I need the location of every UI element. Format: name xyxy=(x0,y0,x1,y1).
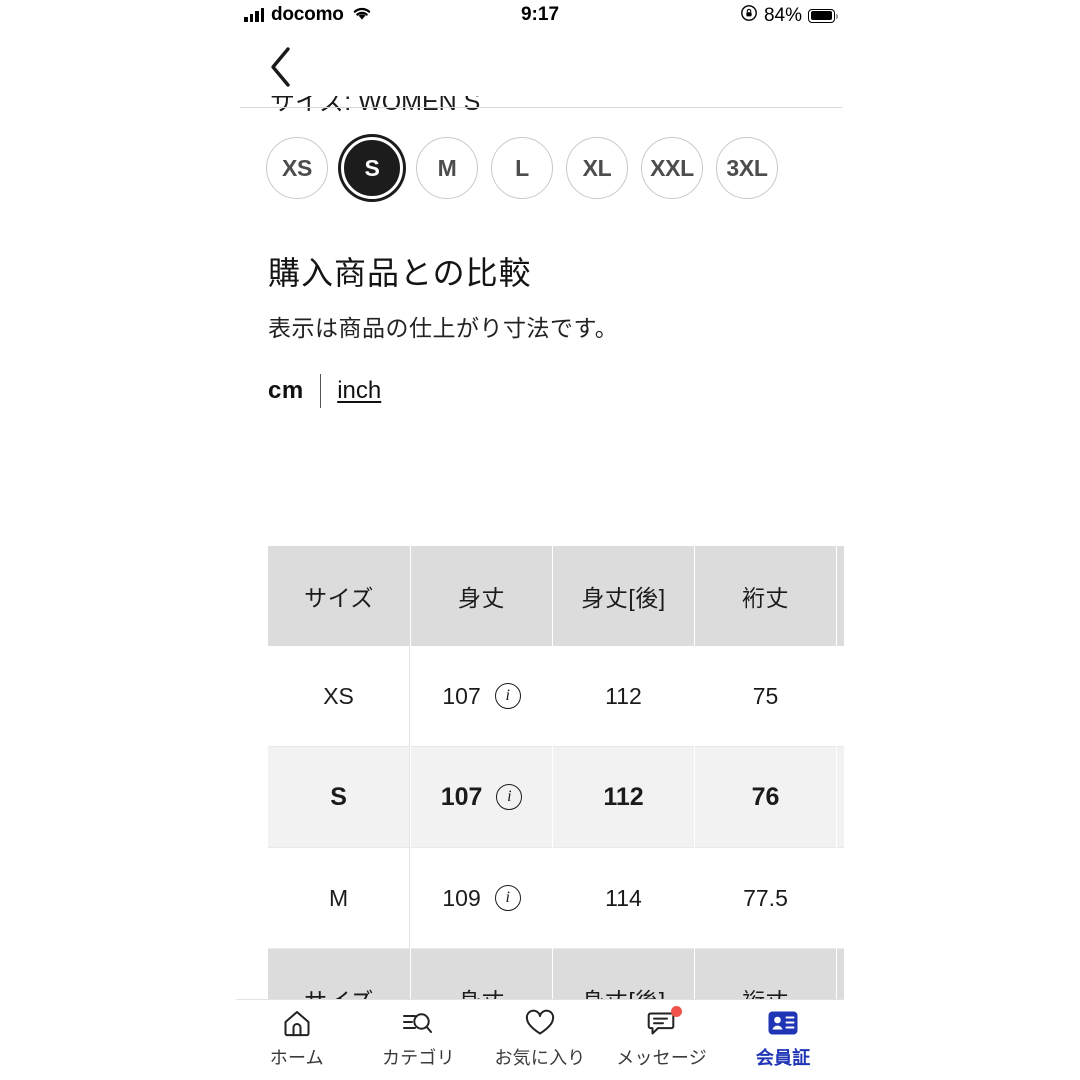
table-header-mitake: 身丈 xyxy=(411,546,553,646)
tab-home-label: ホーム xyxy=(269,1048,324,1068)
scroll-content: サイズ: WOMEN S XS S M L XL XXL 3XL 購入商品との比… xyxy=(236,96,844,1000)
tab-category-label: カテゴリ xyxy=(381,1048,455,1068)
tab-category[interactable]: カテゴリ xyxy=(358,1008,480,1070)
cell-mitake-value: 109 xyxy=(442,884,481,911)
size-chip-xs[interactable]: XS xyxy=(266,137,328,199)
size-table-container[interactable]: サイズ 身丈 身丈[後] 裄丈 肩 XS 107 i xyxy=(268,546,844,1000)
unit-divider xyxy=(319,374,322,408)
comparison-title: 購入商品との比較 xyxy=(268,255,532,291)
size-chip-s[interactable]: S xyxy=(341,137,403,199)
cell-mitake-value: 107 xyxy=(440,782,483,811)
cell-yukitake: 76 xyxy=(695,747,836,848)
tab-messages[interactable]: メッセージ xyxy=(601,1006,723,1070)
unit-cm-button[interactable]: cm xyxy=(268,377,304,405)
table-header-mitake-back: 身丈[後] xyxy=(553,546,694,646)
info-icon[interactable]: i xyxy=(494,885,521,911)
tab-messages-label: メッセージ xyxy=(616,1048,707,1068)
phone-screen: docomo 9:17 84% サイズ: WOMEN S XS S M L XL… xyxy=(236,0,844,1080)
info-icon[interactable]: i xyxy=(496,784,523,810)
cell-mitake: 107 i xyxy=(411,747,553,848)
size-chip-m[interactable]: M xyxy=(416,137,478,199)
battery-percent: 84% xyxy=(763,4,802,26)
size-chip-l[interactable]: L xyxy=(491,137,553,199)
home-icon xyxy=(282,1008,312,1038)
table-header-kata: 肩 xyxy=(836,546,844,646)
tab-member-card[interactable]: 会員証 xyxy=(722,1008,844,1070)
table-header-mitake-back-2: 身丈[後] xyxy=(553,949,694,1000)
tab-favorites[interactable]: お気に入り xyxy=(479,1008,601,1070)
cell-kata: 3 xyxy=(836,747,844,848)
cell-size: S xyxy=(268,747,411,848)
cell-yukitake: 75 xyxy=(695,646,836,747)
back-button[interactable] xyxy=(258,44,304,90)
table-row: XS 107 i 112 75 3 xyxy=(268,646,844,747)
cell-kata: 3 xyxy=(836,646,844,747)
tab-home[interactable]: ホーム xyxy=(236,1008,358,1070)
cell-mitake-value: 107 xyxy=(442,682,481,709)
cell-size: M xyxy=(268,848,411,949)
chevron-left-icon xyxy=(271,47,290,87)
cell-mitake-back: 112 xyxy=(553,747,694,848)
cell-mitake: 109 i xyxy=(411,848,553,949)
member-card-icon xyxy=(767,1008,799,1038)
table-header-mitake-2: 身丈 xyxy=(411,949,553,1000)
table-header-yukitake-2: 裄丈 xyxy=(695,949,836,1000)
table-header-kata-2: 肩 xyxy=(836,949,844,1000)
table-row: M 109 i 114 77.5 3 xyxy=(268,848,844,949)
comparison-subtitle: 表示は商品の仕上がり寸法です。 xyxy=(268,315,619,341)
table-header-yukitake: 裄丈 xyxy=(695,546,836,646)
cell-kata: 3 xyxy=(836,848,844,949)
table-header-size: サイズ xyxy=(268,546,411,646)
unit-toggle: cm inch xyxy=(268,374,381,408)
message-badge xyxy=(670,1006,682,1017)
unit-inch-button[interactable]: inch xyxy=(337,377,381,405)
table-header-row: サイズ 身丈 身丈[後] 裄丈 肩 xyxy=(268,546,844,646)
size-chip-3xl[interactable]: 3XL xyxy=(716,137,778,199)
rotation-lock-icon xyxy=(740,4,758,27)
size-selector: XS S M L XL XXL 3XL xyxy=(266,137,778,199)
category-search-icon xyxy=(402,1008,434,1038)
status-bar-right: 84% xyxy=(740,4,838,27)
size-chip-xl[interactable]: XL xyxy=(566,137,628,199)
cell-mitake-back: 112 xyxy=(553,646,694,747)
heart-icon xyxy=(524,1008,556,1038)
app-nav-bar xyxy=(236,38,844,96)
status-bar: docomo 9:17 84% xyxy=(236,0,844,38)
cell-yukitake: 77.5 xyxy=(695,848,836,949)
tab-favorites-label: お気に入り xyxy=(494,1048,586,1068)
table-row-selected: S 107 i 112 76 3 xyxy=(268,747,844,848)
size-table: サイズ 身丈 身丈[後] 裄丈 肩 XS 107 i xyxy=(268,546,844,1000)
cell-size: XS xyxy=(268,646,411,747)
size-chip-xxl[interactable]: XXL xyxy=(641,137,703,199)
bottom-tab-bar: ホーム カテゴリ お気に入り メッセージ 会員証 xyxy=(236,1000,844,1080)
battery-icon xyxy=(808,8,838,23)
table-header-row-2: サイズ 身丈 身丈[後] 裄丈 肩 xyxy=(268,949,844,1000)
cell-mitake-back: 114 xyxy=(553,848,694,949)
divider xyxy=(240,107,842,108)
cell-mitake: 107 i xyxy=(411,646,553,747)
message-icon xyxy=(647,1006,682,1038)
tab-member-card-label: 会員証 xyxy=(755,1048,811,1068)
table-header-size-2: サイズ xyxy=(268,949,411,1000)
info-icon[interactable]: i xyxy=(494,683,521,709)
